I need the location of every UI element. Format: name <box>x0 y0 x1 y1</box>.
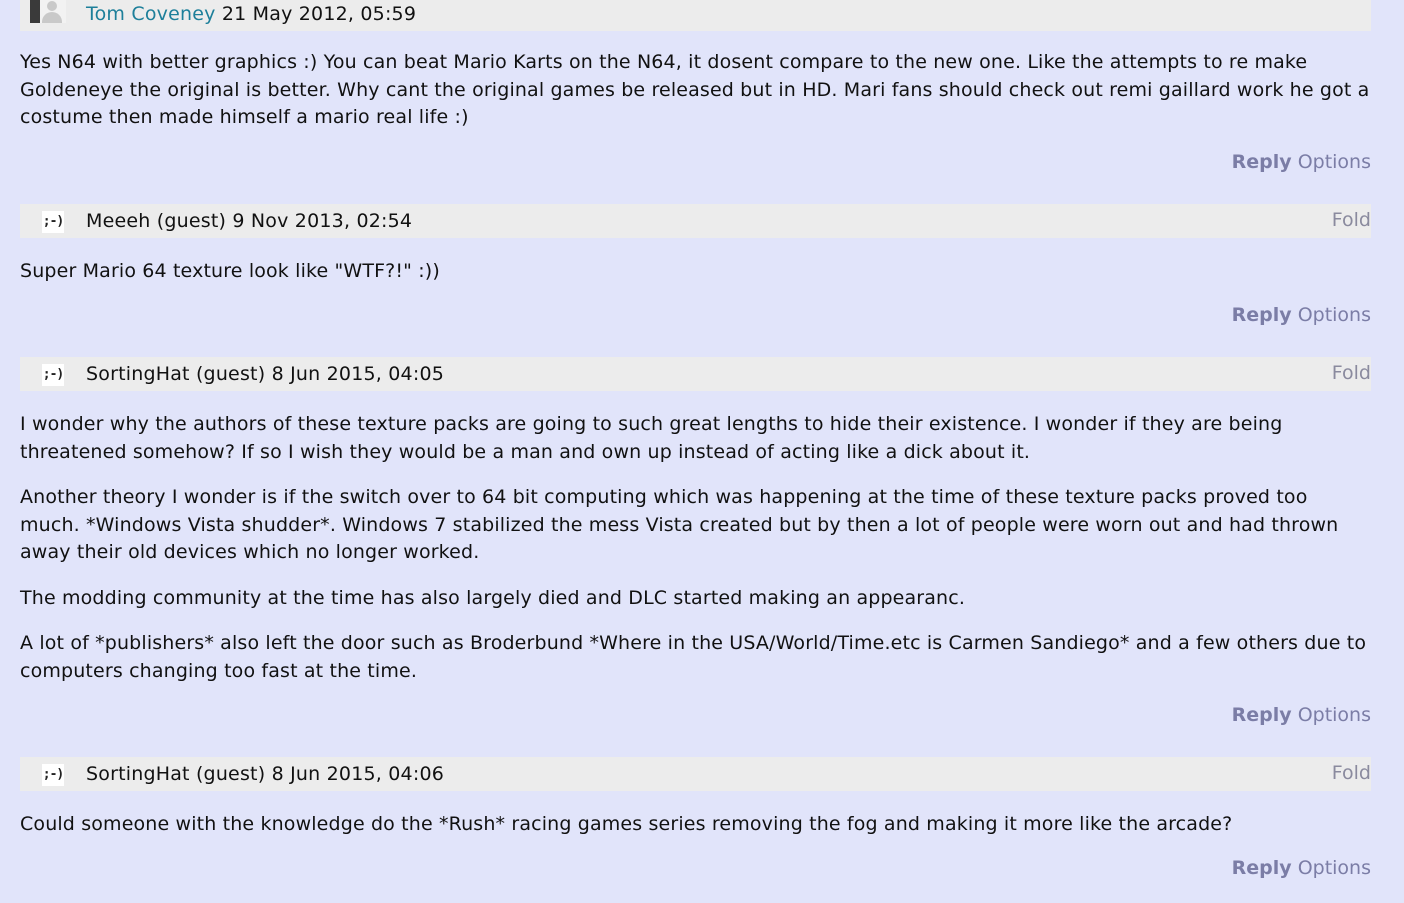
author-link[interactable]: Tom Coveney <box>86 3 216 25</box>
comment-paragraph: Super Mario 64 texture look like "WTF?!"… <box>20 260 440 282</box>
comment-paragraph: I wonder why the authors of these textur… <box>20 413 1283 463</box>
comment-header: ;-) SortingHat (guest) 8 Jun 2015, 04:05… <box>20 357 1371 391</box>
avatar: ;-) <box>42 211 64 233</box>
comment-actions: Reply Options <box>1232 151 1371 173</box>
comment-date: 21 May 2012, 05:59 <box>221 3 417 25</box>
author-name: Meeeh (guest) <box>86 210 227 232</box>
fold-button[interactable]: Fold <box>1332 757 1371 789</box>
comment-meta: Meeeh (guest) 9 Nov 2013, 02:54 <box>86 204 412 238</box>
comment-paragraph: Another theory I wonder is if the switch… <box>20 486 1339 563</box>
comment-meta: SortingHat (guest) 8 Jun 2015, 04:06 <box>86 757 444 791</box>
comment-paragraph: Could someone with the knowledge do the … <box>20 813 1233 835</box>
comment-body: Yes N64 with better graphics :) You can … <box>20 49 1371 150</box>
comment-body: Super Mario 64 texture look like "WTF?!"… <box>20 258 1371 304</box>
reply-button[interactable]: Reply <box>1232 304 1292 326</box>
reply-button[interactable]: Reply <box>1232 857 1292 879</box>
comment-body: I wonder why the authors of these textur… <box>20 411 1371 703</box>
fold-button[interactable]: Fold <box>1332 204 1371 236</box>
comment-header: Tom Coveney 21 May 2012, 05:59 <box>20 0 1371 31</box>
comment-paragraph: A lot of *publishers* also left the door… <box>20 632 1367 682</box>
avatar: ;-) <box>42 364 64 386</box>
options-button[interactable]: Options <box>1298 151 1371 173</box>
options-button[interactable]: Options <box>1298 857 1371 879</box>
comment-paragraph: Yes N64 with better graphics :) You can … <box>20 51 1370 128</box>
author-name: SortingHat (guest) <box>86 763 266 785</box>
comment-date: 8 Jun 2015, 04:05 <box>271 363 445 385</box>
comment-paragraph: The modding community at the time has al… <box>20 586 966 609</box>
reply-button[interactable]: Reply <box>1232 151 1292 173</box>
options-button[interactable]: Options <box>1298 704 1371 726</box>
comment-meta: Tom Coveney 21 May 2012, 05:59 <box>86 0 416 31</box>
comment-actions: Reply Options <box>1232 857 1371 879</box>
comment-actions: Reply Options <box>1232 304 1371 326</box>
comment-date: 8 Jun 2015, 04:06 <box>271 763 445 785</box>
comment-meta: SortingHat (guest) 8 Jun 2015, 04:05 <box>86 357 444 391</box>
options-button[interactable]: Options <box>1298 304 1371 326</box>
fold-button[interactable]: Fold <box>1332 357 1371 389</box>
avatar: ;-) <box>42 764 64 786</box>
comment-body: Could someone with the knowledge do the … <box>20 811 1371 857</box>
avatar[interactable] <box>30 0 66 23</box>
author-name: SortingHat (guest) <box>86 363 266 385</box>
comment-header: ;-) SortingHat (guest) 8 Jun 2015, 04:06… <box>20 757 1371 791</box>
comment-date: 9 Nov 2013, 02:54 <box>232 210 413 232</box>
comment-header: ;-) Meeeh (guest) 9 Nov 2013, 02:54 Fold <box>20 204 1371 238</box>
reply-button[interactable]: Reply <box>1232 704 1292 726</box>
comment-actions: Reply Options <box>1232 704 1371 726</box>
